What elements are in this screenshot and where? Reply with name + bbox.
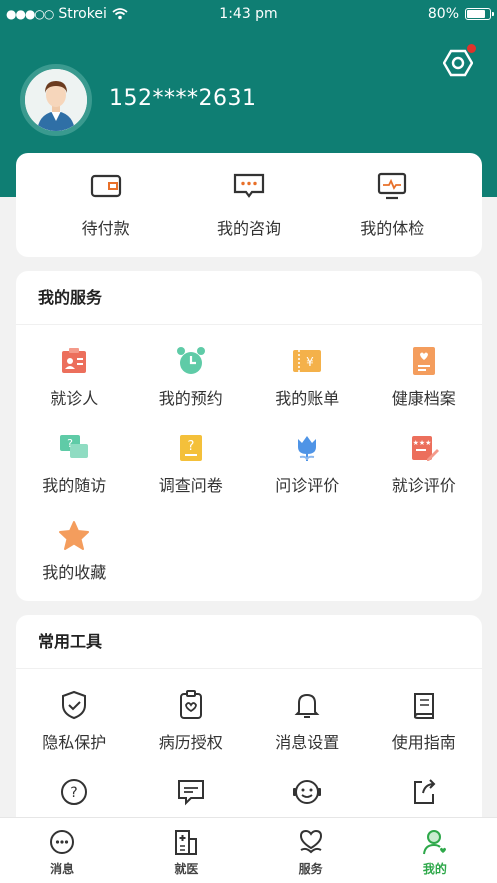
battery-icon	[465, 8, 494, 20]
monitor-pulse-icon	[378, 172, 407, 200]
bell-icon	[289, 687, 325, 723]
service-health-records[interactable]: 健康档案	[366, 335, 483, 422]
bill-icon: ¥	[289, 343, 325, 379]
svg-text:?: ?	[187, 439, 194, 454]
service-consult-review[interactable]: 问诊评价	[249, 422, 366, 509]
svg-text:¥: ¥	[306, 355, 314, 369]
tab-services[interactable]: 服务	[249, 818, 373, 883]
service-favorites[interactable]: 我的收藏	[16, 509, 133, 596]
tab-messages[interactable]: 消息	[0, 818, 124, 883]
feedback-message-icon	[173, 774, 209, 810]
star-icon	[56, 517, 92, 553]
tab-medical[interactable]: 就医	[124, 818, 248, 883]
status-bar: ●●●○○ Strokei 1:43 pm 80%	[0, 0, 497, 30]
my-consultation-button[interactable]: 我的咨询	[194, 171, 304, 239]
patient-card-icon	[56, 343, 92, 379]
bottom-tab-bar: 消息 就医 服务 我的	[0, 817, 497, 883]
tool-record-authorization[interactable]: 病历授权	[133, 679, 250, 766]
settings-button[interactable]	[442, 44, 476, 78]
my-services-card: 我的服务 就诊人 我的预约 ¥ 我的账单 健康档案 ? 我的随访 ? 调查问卷 …	[16, 271, 482, 601]
tool-privacy[interactable]: 隐私保护	[16, 679, 133, 766]
questionnaire-icon: ?	[173, 430, 209, 466]
clipboard-heart-icon	[173, 687, 209, 723]
svg-text:★★★: ★★★	[412, 439, 431, 447]
service-visit-review[interactable]: ★★★ 就诊评价	[366, 422, 483, 509]
service-bills[interactable]: ¥ 我的账单	[249, 335, 366, 422]
book-icon	[406, 687, 442, 723]
pending-payment-button[interactable]: 待付款	[51, 171, 161, 239]
wallet-icon	[90, 174, 121, 198]
chat-bubble-icon	[233, 173, 265, 198]
tool-message-settings[interactable]: 消息设置	[249, 679, 366, 766]
avatar[interactable]	[20, 64, 92, 136]
user-tab-icon	[422, 830, 446, 855]
service-appointments[interactable]: 我的预约	[133, 335, 250, 422]
svg-text:?: ?	[71, 785, 78, 801]
review-edit-icon: ★★★	[406, 430, 442, 466]
service-patients[interactable]: 就诊人	[16, 335, 133, 422]
svg-text:?: ?	[67, 437, 73, 450]
service-questionnaire[interactable]: ? 调查问卷	[133, 422, 250, 509]
tulip-icon	[289, 430, 325, 466]
quick-actions-card: 待付款 我的咨询 我的体检	[16, 153, 482, 257]
customer-service-icon	[289, 774, 325, 810]
notification-dot	[467, 44, 476, 53]
message-tab-icon	[50, 830, 75, 854]
user-phone[interactable]: 152****2631	[109, 86, 256, 111]
service-followups[interactable]: ? 我的随访	[16, 422, 133, 509]
common-tools-card: 常用工具 隐私保护 病历授权 消息设置 使用指南 ?	[16, 615, 482, 845]
clock: 1:43 pm	[219, 6, 278, 22]
tab-me[interactable]: 我的	[373, 818, 497, 883]
shield-check-icon	[56, 687, 92, 723]
health-record-icon	[406, 343, 442, 379]
section-title-services: 我的服务	[16, 271, 482, 325]
help-circle-icon: ?	[56, 774, 92, 810]
tool-user-guide[interactable]: 使用指南	[366, 679, 483, 766]
share-icon	[406, 774, 442, 810]
followup-chat-icon: ?	[56, 430, 92, 466]
hospital-tab-icon	[175, 830, 198, 855]
battery-percent: 80%	[427, 6, 459, 22]
my-checkup-button[interactable]: 我的体检	[337, 171, 447, 239]
alarm-clock-icon	[173, 343, 209, 379]
section-title-tools: 常用工具	[16, 615, 482, 669]
heart-hand-tab-icon	[299, 829, 322, 854]
